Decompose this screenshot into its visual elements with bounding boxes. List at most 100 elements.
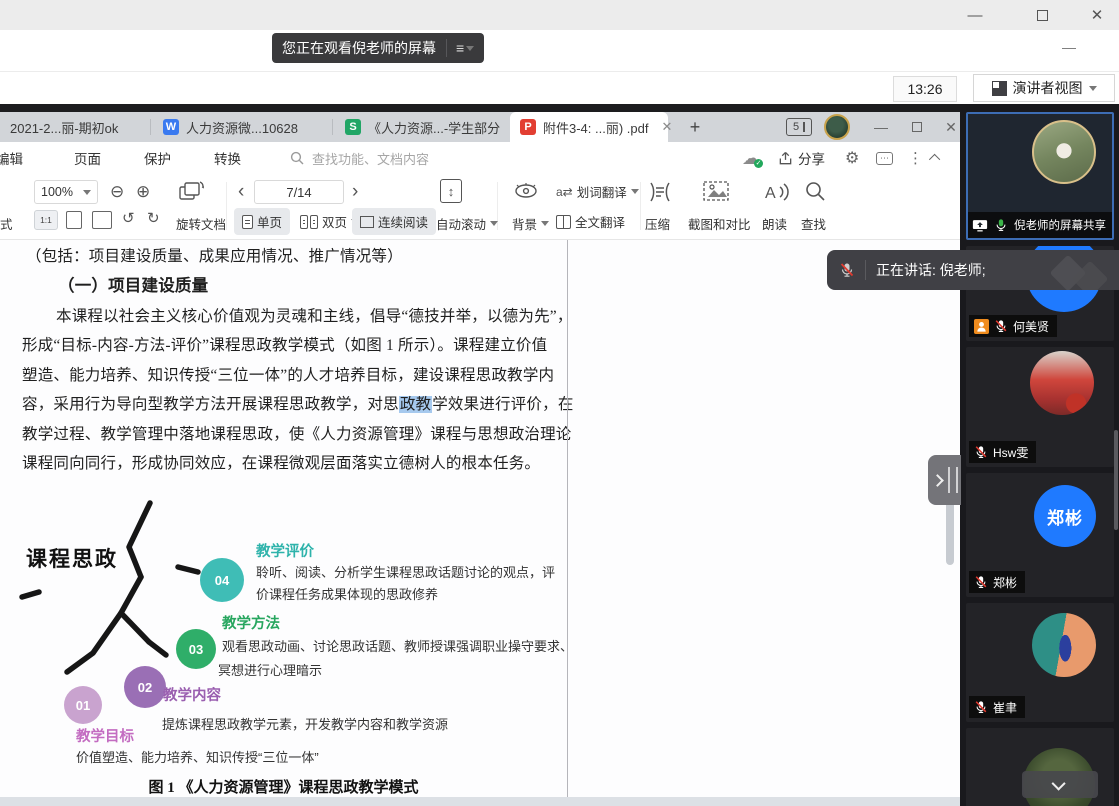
participant-tile-4[interactable]: 崔聿 [966, 603, 1114, 722]
doc-heading: （一）项目建设质量 [58, 272, 208, 296]
diagram-body: 提炼课程思政教学元素，开发教学内容和教学资源 [162, 714, 448, 733]
comment-button[interactable]: ⋯ [876, 142, 893, 174]
view-mode-selector[interactable]: 演讲者视图 [973, 74, 1115, 102]
wps-tabbar: 2021-2...丽-期初ok W 人力资源微...10628 S 《人力资源.… [0, 112, 960, 142]
find-label[interactable]: 查找 [801, 214, 826, 233]
chevron-down-icon [83, 190, 91, 195]
actual-size-button[interactable]: 1:1 [34, 210, 58, 230]
chevron-down-icon [490, 221, 498, 226]
double-page-button[interactable]: 双页 [300, 212, 359, 231]
tab-icon-3: P [520, 119, 536, 135]
participant-label: 倪老师的屏幕共享 [968, 212, 1112, 238]
fit-width-button[interactable] [92, 211, 112, 229]
menu-protect[interactable]: 保护 [144, 142, 171, 174]
tab-list-button[interactable]: 5 [786, 118, 812, 136]
compress-label[interactable]: 压缩 [645, 214, 670, 233]
participant-tile-2[interactable]: Hsw雯 [966, 347, 1114, 467]
chevron-down-icon [466, 46, 474, 51]
auto-scroll-icon-button[interactable]: ↕ [440, 179, 462, 203]
rotate-doc-label: 旋转文档 [176, 214, 226, 233]
wps-restore-button[interactable] [902, 112, 932, 142]
scroll-participants-button[interactable] [1022, 771, 1098, 798]
sidebar-collapse-handle[interactable] [928, 455, 961, 505]
selection-highlight: 政教 [399, 396, 432, 413]
new-tab-button[interactable]: + [682, 114, 708, 140]
wps-tab-2[interactable]: S 《人力资源...-学生部分 [335, 112, 507, 142]
banner-menu-button[interactable]: ≡ [446, 39, 474, 57]
compress-button[interactable] [648, 180, 672, 204]
read-aloud-label[interactable]: 朗读 [762, 214, 787, 233]
doc-paragraph-line: 教学过程、教学管理中落地课程思政，使《人力资源管理》课程与思想政治理论 [22, 422, 572, 444]
rotate-right-button[interactable]: ↻ [147, 211, 160, 226]
menu-edit[interactable]: 编辑 [0, 142, 23, 174]
full-translate-icon [556, 215, 571, 229]
toolbar-separator [226, 182, 227, 230]
document-scrollbar-thumb[interactable] [946, 497, 954, 565]
rotate-doc-button[interactable]: 旋转文档 [176, 214, 226, 233]
pdf-canvas[interactable]: （包括：项目建设质量、成果应用情况、推广情况等） （一）项目建设质量 本课程以社… [0, 240, 960, 806]
page-number-input[interactable]: 7/14 [254, 180, 344, 204]
screenshot-compare-label[interactable]: 截图和对比 [688, 214, 751, 233]
word-translate-button[interactable]: a⇄ 划词翻译 [556, 182, 639, 201]
collapse-ribbon-button[interactable] [932, 142, 940, 174]
chevron-down-icon [631, 189, 639, 194]
tab-separator [332, 119, 333, 135]
read-aloud-button[interactable]: A [764, 180, 790, 204]
panel-minimize-button[interactable]: — [1056, 40, 1082, 54]
more-menu-button[interactable]: ⋮ [908, 142, 923, 174]
cloud-sync-button[interactable]: ☁✓ [742, 142, 760, 174]
share-button[interactable]: 分享 [778, 142, 825, 174]
rotate-left-button[interactable]: ↺ [122, 211, 135, 226]
wps-tab-0[interactable]: 2021-2...丽-期初ok [0, 112, 148, 142]
background-button[interactable]: 背景 [512, 214, 549, 233]
fit-page-button[interactable] [66, 211, 82, 229]
drag-grip [956, 467, 958, 493]
participant-name: 郑彬 [993, 574, 1017, 591]
wps-tab-3-active[interactable]: P 附件3-4: ...丽) .pdf ✕ [510, 112, 668, 142]
wps-account-avatar[interactable] [824, 114, 850, 140]
screenshot-compare-button[interactable] [702, 179, 730, 203]
window-close-button[interactable]: ✕ [1075, 0, 1119, 30]
prev-page-button[interactable]: ‹ [238, 182, 244, 201]
diagram-heading-04: 教学评价 [256, 540, 314, 561]
zoom-in-button[interactable]: ⊕ [136, 183, 150, 200]
next-page-button[interactable]: › [352, 182, 358, 201]
sidebar-scrollbar-thumb[interactable] [1114, 430, 1118, 530]
meeting-clock: 13:26 [893, 76, 957, 102]
continuous-read-button[interactable]: 连续阅读 [352, 208, 436, 235]
find-button[interactable] [804, 180, 826, 202]
tab-close-icon[interactable]: ✕ [661, 119, 672, 135]
diagram-body: 价课程任务成果体现的思政修养 [256, 584, 438, 603]
menu-label: 页面 [74, 148, 101, 168]
full-translate-button[interactable]: 全文翻译 [556, 212, 625, 231]
wps-minimize-button[interactable]: — [866, 112, 896, 142]
diagram-circle-04: 04 [200, 558, 244, 602]
mic-muted-icon [994, 319, 1008, 333]
window-minimize-button[interactable]: — [953, 0, 997, 30]
share-label: 分享 [798, 148, 825, 168]
continuous-icon [360, 216, 374, 228]
rotate-pages-button[interactable] [176, 179, 206, 205]
layout-view-icon [992, 81, 1007, 96]
participant-tile-3[interactable]: 郑彬 郑彬 [966, 473, 1114, 597]
participant-tile-screen-share[interactable]: 倪老师的屏幕共享 [966, 112, 1114, 240]
wps-search-input[interactable]: 查找功能、文档内容 [290, 142, 429, 174]
zoom-level-select[interactable]: 100% [34, 180, 98, 204]
divider [0, 71, 1119, 72]
settings-button[interactable]: ⚙ [845, 142, 859, 174]
menu-page[interactable]: 页面 [74, 142, 101, 174]
window-maximize-button[interactable] [1020, 0, 1064, 30]
background-icon-button[interactable] [513, 183, 539, 199]
tab-stack-icon [803, 122, 805, 132]
auto-scroll-button[interactable]: 自动滚动 [436, 214, 498, 233]
restore-icon [912, 122, 922, 132]
menu-convert[interactable]: 转换 [214, 142, 241, 174]
single-page-button[interactable]: 单页 [234, 208, 290, 235]
full-translate-label: 全文翻译 [575, 212, 625, 231]
svg-text:A: A [765, 185, 776, 202]
zoom-out-button[interactable]: ⊖ [110, 183, 124, 200]
tab-count: 5 [793, 121, 799, 133]
double-page-icon [310, 215, 318, 229]
wps-tab-1[interactable]: W 人力资源微...10628 [153, 112, 329, 142]
chevron-down-icon [1052, 776, 1066, 790]
